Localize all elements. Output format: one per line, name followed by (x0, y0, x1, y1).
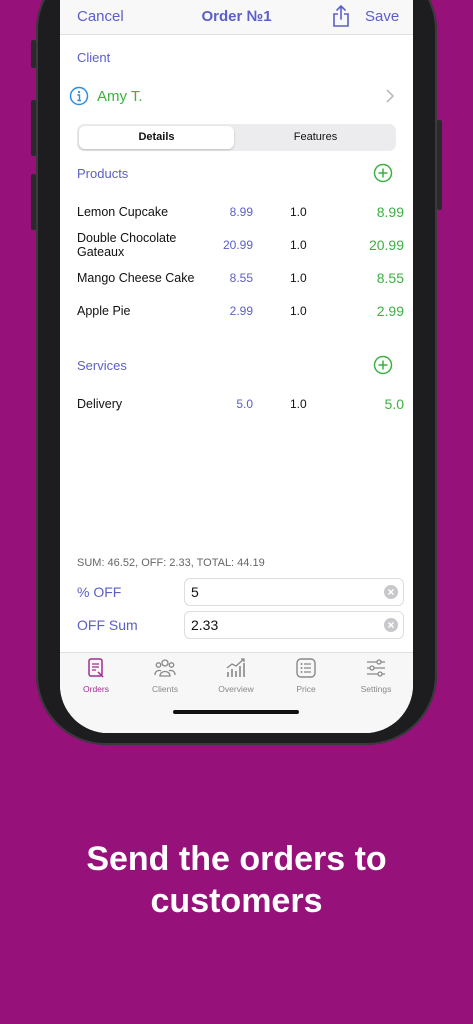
details-features-segmented-control: Details Features (77, 124, 396, 151)
product-price: 8.99 (229, 205, 253, 219)
percent-off-label: % OFF (77, 584, 122, 600)
product-price: 8.55 (229, 271, 253, 285)
volume-down-button (31, 174, 36, 230)
info-icon[interactable] (69, 86, 89, 106)
page-title: Order №1 (201, 8, 272, 25)
clients-icon (154, 659, 176, 677)
tab-bar: Orders Clients Overview Price Settings (60, 652, 413, 733)
service-price: 5.0 (236, 397, 253, 411)
clear-off-sum-icon[interactable] (384, 618, 398, 632)
products-section-label: Products (77, 166, 129, 181)
product-total: 2.99 (376, 303, 404, 319)
orders-icon (88, 658, 104, 678)
tab-settings[interactable]: Settings (346, 657, 406, 694)
caption-line-1: Send the orders to (86, 840, 387, 878)
product-qty: 1.0 (290, 205, 307, 219)
share-icon[interactable] (332, 4, 350, 28)
product-total: 8.55 (376, 270, 404, 286)
clear-percent-icon[interactable] (384, 585, 398, 599)
tab-price[interactable]: Price (276, 657, 336, 694)
segment-features[interactable]: Features (238, 126, 393, 149)
product-price: 20.99 (222, 238, 253, 252)
tab-label: Overview (218, 684, 254, 694)
tab-label: Settings (360, 684, 392, 694)
product-qty: 1.0 (290, 238, 307, 252)
product-price: 2.99 (229, 304, 253, 318)
caption-line-2: customers (150, 882, 323, 920)
tab-label: Orders (83, 684, 109, 694)
product-total: 8.99 (376, 204, 404, 220)
chevron-right-icon (386, 89, 395, 103)
product-row[interactable]: Apple Pie 2.99 1.0 2.99 (60, 303, 413, 334)
product-name: Lemon Cupcake (77, 205, 169, 219)
product-qty: 1.0 (290, 271, 307, 285)
mute-switch (31, 40, 36, 68)
product-row[interactable]: Mango Cheese Cake 8.55 1.0 8.55 (60, 270, 413, 301)
client-name: Amy T. (97, 88, 143, 105)
percent-off-input[interactable]: 5 (184, 578, 404, 606)
tab-label: Clients (152, 684, 178, 694)
add-service-icon[interactable] (373, 355, 393, 375)
settings-icon (367, 659, 385, 677)
power-button (437, 120, 442, 210)
client-row[interactable]: Amy T. (60, 82, 413, 112)
service-total: 5.0 (384, 396, 404, 412)
product-total: 20.99 (368, 237, 404, 253)
order-summary: SUM: 46.52, OFF: 2.33, TOTAL: 44.19 (77, 557, 265, 569)
service-name: Delivery (77, 397, 123, 411)
add-product-icon[interactable] (373, 163, 393, 183)
segment-details[interactable]: Details (79, 126, 234, 149)
service-qty: 1.0 (290, 397, 307, 411)
product-qty: 1.0 (290, 304, 307, 318)
app-screen: Cancel Order №1 Save Client Amy T. Detai… (60, 0, 413, 733)
tab-clients[interactable]: Clients (135, 657, 195, 694)
service-row[interactable]: Delivery 5.0 1.0 5.0 (60, 396, 413, 427)
save-button[interactable]: Save (365, 8, 399, 25)
off-sum-input[interactable]: 2.33 (184, 611, 404, 639)
promo-caption: Send the orders to customers (0, 838, 473, 922)
tab-overview[interactable]: Overview (206, 657, 266, 694)
off-sum-label: OFF Sum (77, 617, 138, 633)
product-name: Apple Pie (77, 304, 131, 318)
product-name: Double Chocolate Gateaux (77, 231, 177, 259)
product-name: Mango Cheese Cake (77, 271, 195, 285)
tab-orders[interactable]: Orders (66, 657, 126, 694)
volume-up-button (31, 100, 36, 156)
overview-icon (226, 658, 245, 677)
services-section-label: Services (77, 358, 127, 373)
client-section-label: Client (77, 50, 111, 65)
navigation-bar: Cancel Order №1 Save (60, 0, 413, 35)
product-row[interactable]: Double Chocolate Gateaux 20.99 1.0 20.99 (60, 231, 413, 261)
tab-label: Price (296, 684, 316, 694)
price-icon (296, 658, 316, 678)
home-indicator (173, 710, 299, 714)
